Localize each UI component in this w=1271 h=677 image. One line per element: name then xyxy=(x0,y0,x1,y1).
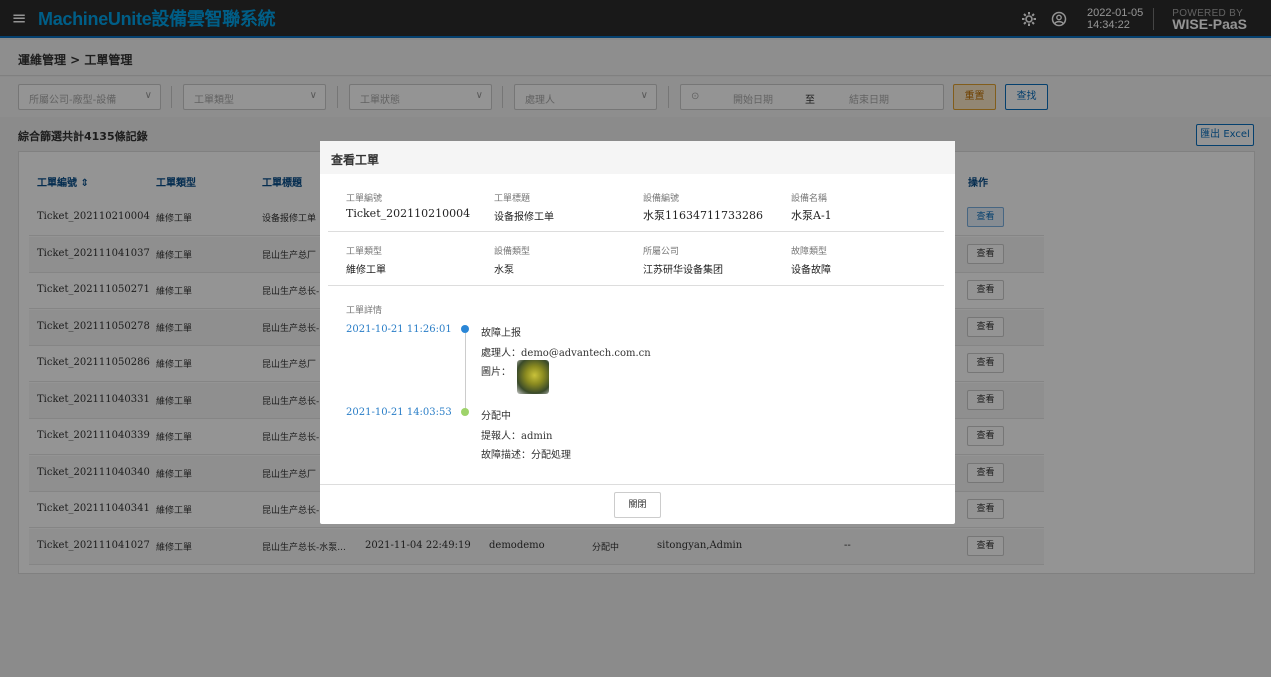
ticket-type-label: 工單類型 xyxy=(346,247,383,257)
modal-title: 查看工單 xyxy=(320,141,955,174)
divider xyxy=(328,231,944,232)
fault-image-thumbnail[interactable] xyxy=(517,360,549,394)
timeline-status: 故障上报 xyxy=(481,328,521,339)
device-no-value: 水泵11634711733286 xyxy=(643,209,763,222)
timeline-handler: 處理人：demo@advantech.com.cn xyxy=(481,344,651,359)
ticket-type-value: 維修工單 xyxy=(346,265,386,276)
timeline-time: 2021-10-21 11:26:01 xyxy=(346,324,452,335)
timeline-image-label: 圖片： xyxy=(481,367,511,378)
device-name-value: 水泵A-1 xyxy=(791,209,832,222)
timeline-dot-icon xyxy=(461,408,469,416)
close-button[interactable]: 關閉 xyxy=(614,492,661,518)
timeline-line xyxy=(465,333,466,411)
timeline-description: 故障描述：分配処理 xyxy=(481,446,571,461)
fault-type-label: 故障類型 xyxy=(791,247,828,257)
divider xyxy=(320,484,955,485)
reporter-value: admin xyxy=(521,431,553,442)
timeline-time: 2021-10-21 14:03:53 xyxy=(346,407,452,418)
handler-value: demo@advantech.com.cn xyxy=(521,348,651,359)
timeline-reporter: 提報人：admin xyxy=(481,427,552,442)
details-label: 工單詳情 xyxy=(346,306,383,316)
timeline-dot-icon xyxy=(461,325,469,333)
handler-label: 處理人： xyxy=(481,348,521,359)
ticket-no-label: 工單編號 xyxy=(346,194,383,204)
reporter-label: 提報人： xyxy=(481,431,521,442)
description-label: 故障描述： xyxy=(481,450,531,461)
timeline-status: 分配中 xyxy=(481,411,511,422)
ticket-title-value: 设备报修工单 xyxy=(494,212,554,223)
device-name-label: 設備名稱 xyxy=(791,194,828,204)
device-type-label: 設備類型 xyxy=(494,247,531,257)
device-type-value: 水泵 xyxy=(494,265,514,276)
divider xyxy=(328,285,944,286)
ticket-title-label: 工單標題 xyxy=(494,194,531,204)
company-label: 所屬公司 xyxy=(643,247,680,257)
company-value: 江苏研华设备集团 xyxy=(643,265,723,276)
ticket-no-value: Ticket_202110210004 xyxy=(346,207,471,220)
fault-type-value: 设备故障 xyxy=(791,265,831,276)
device-no-label: 設備編號 xyxy=(643,194,680,204)
description-value: 分配処理 xyxy=(531,450,571,461)
view-ticket-modal: 查看工單 工單編號 Ticket_202110210004 工單標題 设备报修工… xyxy=(320,141,955,524)
